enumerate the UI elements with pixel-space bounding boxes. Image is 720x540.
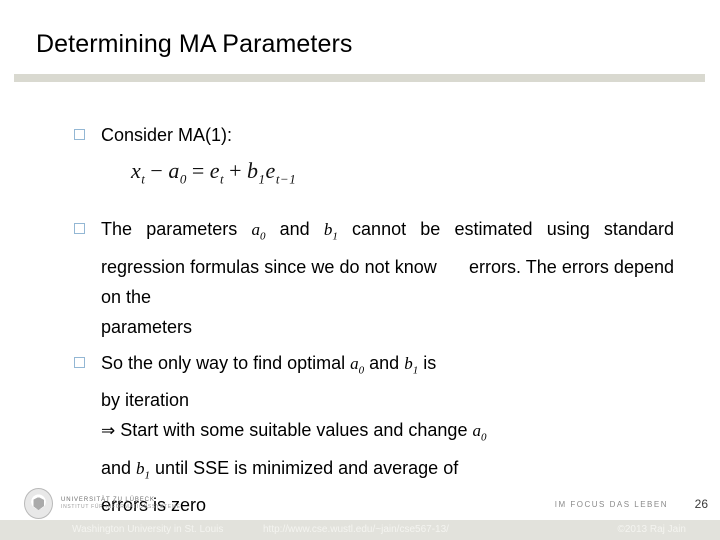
equation-e2-sub: t−1: [275, 171, 297, 187]
inline-var-a0: a0: [472, 421, 486, 443]
iteration-line4-text: until SSE is minimized and average of: [150, 457, 459, 478]
inline-var-b1: b1: [404, 353, 418, 376]
square-bullet-icon: [74, 223, 85, 235]
university-department: Institut für Informationssysteme: [61, 504, 181, 511]
equation-e2-var: e: [265, 158, 276, 183]
iteration-seg3: is: [418, 352, 437, 373]
equation-x-var: x: [131, 158, 142, 183]
equation-a-sub: 0: [179, 171, 187, 187]
equation-a-var: a: [168, 158, 180, 183]
university-logo: Universität zu Lübeck Institut für Infor…: [24, 488, 181, 519]
inline-var-a0: a0: [251, 220, 265, 242]
page-title: Determining MA Parameters: [36, 30, 353, 58]
inline-var-a0-base: a: [350, 353, 359, 373]
equation-e-var: e: [209, 158, 220, 183]
iteration-line4-lead: and: [101, 457, 137, 478]
equation-plus-op: +: [229, 158, 243, 183]
equation-ma1: xt − a0 = et + b1et−1: [131, 156, 674, 194]
inline-var-a0-base: a: [251, 220, 260, 240]
iteration-line-3: ⇒ Start with some suitable values and ch…: [101, 415, 674, 452]
footer-bar: Washington University in St. Louis http:…: [0, 520, 720, 540]
university-name: Universität zu Lübeck: [61, 496, 155, 503]
iteration-line-4: and b1 until SSE is minimized and averag…: [101, 453, 674, 490]
iteration-line-2: by iteration: [101, 390, 190, 411]
equation-equals-op: =: [191, 158, 205, 183]
university-tagline: IM FOCUS DAS LEBEN: [554, 500, 668, 509]
iteration-seg1: So the only way to find optimal: [101, 352, 351, 373]
university-wordmark: Universität zu Lübeck Institut für Infor…: [61, 497, 181, 511]
bullet-parameters-seg5: parameters: [101, 316, 193, 337]
iteration-line3-text: Start with some suitable values and chan…: [115, 420, 473, 441]
equation-b-sub: 1: [258, 171, 266, 187]
footer-copyright: ©2013 Raj Jain: [617, 524, 686, 535]
slide-canvas: Determining MA Parameters Consider MA(1)…: [0, 0, 720, 540]
footer-url[interactable]: http://www.cse.wustl.edu/~jain/cse567-13…: [263, 524, 449, 535]
bullet-item-parameters: The parameters a0 and b1 cannot be estim…: [74, 214, 674, 341]
inline-var-a0-base: a: [472, 421, 481, 441]
slide-body: Consider MA(1): xt − a0 = et + b1et−1 The para…: [74, 120, 674, 520]
iteration-line-1: So the only way to find optimal a0 and b…: [101, 348, 674, 385]
bullet-item-consider: Consider MA(1): xt − a0 = et + b1et−1: [74, 120, 674, 200]
equation-minus-op: −: [150, 158, 164, 183]
bullet-item-parameters-content: The parameters a0 and b1 cannot be estim…: [101, 214, 674, 341]
footer-institution: Washington University in St. Louis: [72, 524, 224, 535]
inline-var-a0-sub: 0: [480, 431, 487, 444]
inline-var-b1: b1: [136, 458, 150, 481]
footer-logo-row: Universität zu Lübeck Institut für Infor…: [0, 488, 720, 520]
inline-var-b1: b1: [324, 220, 338, 242]
university-crest-icon: [24, 488, 53, 519]
title-divider: [14, 74, 705, 82]
equation-b-var: b: [247, 158, 259, 183]
square-bullet-icon: [74, 129, 85, 140]
bullet-parameters-seg1: The parameters: [101, 219, 252, 240]
iteration-seg2: and: [364, 352, 405, 373]
square-bullet-icon: [74, 356, 85, 368]
bullet-item-consider-label: Consider MA(1):: [101, 125, 233, 145]
inline-var-b1-base: b: [136, 458, 145, 478]
double-arrow-right-icon: ⇒: [101, 421, 116, 442]
bullet-item-consider-content: Consider MA(1): xt − a0 = et + b1et−1: [101, 120, 674, 200]
page-number: 26: [694, 497, 708, 511]
inline-var-a0: a0: [350, 353, 364, 376]
bullet-parameters-seg2: and: [265, 219, 324, 240]
inline-var-b1-base: b: [404, 353, 413, 373]
